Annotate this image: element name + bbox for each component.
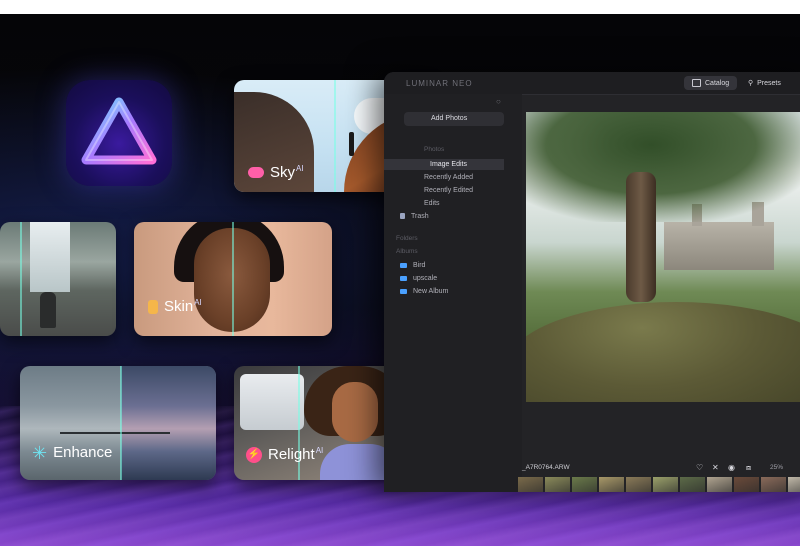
album-new[interactable]: New Album <box>384 286 504 297</box>
catalog-icon <box>692 79 701 87</box>
filmstrip-thumbnail[interactable] <box>626 477 651 492</box>
sparkle-icon: ✳ <box>32 442 48 463</box>
zoom-level[interactable]: 25% <box>770 464 783 471</box>
cloud-icon <box>248 167 264 178</box>
relight-ai-badge: ⚡ RelightAI <box>246 446 323 463</box>
eye-icon[interactable]: ◉ <box>728 463 735 472</box>
filmstrip-thumbnail[interactable] <box>707 477 732 492</box>
castle <box>664 222 774 270</box>
tree-trunk <box>626 172 656 302</box>
boat <box>60 424 170 434</box>
folder-icon <box>400 275 407 281</box>
skin-bottle-icon <box>148 299 158 314</box>
main-photo-preview[interactable] <box>526 112 800 402</box>
skin-ai-card: SkinAI <box>134 222 332 336</box>
sky-ai-label: SkyAI <box>270 164 304 181</box>
album-label: New Album <box>413 288 449 295</box>
brand-logo: LUMINAR NEO <box>406 79 473 88</box>
hiker <box>40 292 56 328</box>
album-upscale[interactable]: upscale <box>384 273 504 284</box>
enhanced-half <box>121 366 216 480</box>
filmstrip-thumbnail[interactable] <box>653 477 678 492</box>
search-icon[interactable]: ○ <box>496 97 501 106</box>
skin-ai-label: SkinAI <box>164 298 202 315</box>
skin-ai-badge: SkinAI <box>148 298 202 315</box>
close-icon[interactable]: ✕ <box>712 463 719 472</box>
enhance-label: Enhance <box>53 444 113 461</box>
tab-catalog-label: Catalog <box>705 79 730 87</box>
filmstrip-thumbnail[interactable] <box>761 477 786 492</box>
folder-icon <box>400 288 407 294</box>
catalog-sidebar: ○ Add Photos Photos Image Edits Recently… <box>384 94 522 492</box>
luminar-app-icon <box>66 80 172 186</box>
filmstrip-thumbnail[interactable] <box>572 477 597 492</box>
filmstrip-thumbnail[interactable] <box>788 477 800 492</box>
filmstrip-thumbnail[interactable] <box>680 477 705 492</box>
car-window <box>240 374 304 430</box>
grass-hill <box>526 302 800 402</box>
add-photos-button[interactable]: Add Photos <box>404 112 504 126</box>
tree-canopy <box>526 112 800 222</box>
waterfall <box>30 222 70 292</box>
tab-presets-label: Presets <box>757 79 781 87</box>
album-bird[interactable]: Bird <box>384 260 504 271</box>
hero-background: SkyAI SkinAI ✳ Enhance ⚡ RelightAI LUMIN… <box>0 14 800 546</box>
before-after-divider <box>334 80 336 192</box>
folders-header: Folders <box>396 235 418 242</box>
sidebar-item-trash[interactable]: Trash <box>384 211 504 222</box>
albums-header: Albums <box>396 248 418 255</box>
filmstrip-thumbnail[interactable] <box>518 477 543 492</box>
before-after-divider <box>20 222 22 336</box>
top-bar: LUMINAR NEO Catalog ⚲ Presets <box>384 72 800 95</box>
enhance-card: ✳ Enhance <box>20 366 216 480</box>
sidebar-item-image-edits[interactable]: Image Edits <box>384 159 504 170</box>
sidebar-item-edits[interactable]: Edits <box>384 198 504 209</box>
heart-icon[interactable]: ♡ <box>696 463 703 472</box>
hiker <box>349 132 354 156</box>
filmstrip-thumbnail[interactable] <box>599 477 624 492</box>
sidebar-item-recently-added[interactable]: Recently Added <box>384 172 504 183</box>
photos-header: Photos <box>424 146 445 153</box>
tab-catalog[interactable]: Catalog <box>684 76 738 90</box>
folder-icon <box>400 262 407 268</box>
landscape-card <box>0 222 116 336</box>
filmstrip-thumbnail[interactable] <box>734 477 759 492</box>
before-after-divider <box>232 222 234 336</box>
luminar-triangle-icon <box>81 97 157 165</box>
album-label: Bird <box>413 262 426 269</box>
presets-icon: ⚲ <box>748 80 754 87</box>
enhance-badge: ✳ Enhance <box>32 442 113 463</box>
viewer-toolbar: _A7R0764.ARW ♡ ✕ ◉ ⧈ 25% <box>518 462 800 474</box>
sky-ai-badge: SkyAI <box>248 164 304 181</box>
trash-label: Trash <box>411 213 429 220</box>
luminar-app-window: LUMINAR NEO Catalog ⚲ Presets ○ Add Phot… <box>384 72 800 492</box>
sidebar-item-recently-edited[interactable]: Recently Edited <box>384 185 504 196</box>
lightning-icon: ⚡ <box>246 446 262 463</box>
compare-icon[interactable]: ⧈ <box>746 463 751 473</box>
trash-icon <box>400 213 405 220</box>
filmstrip-thumbnail[interactable] <box>545 477 570 492</box>
relight-ai-label: RelightAI <box>268 446 324 463</box>
before-after-divider <box>120 366 122 480</box>
tab-presets[interactable]: ⚲ Presets <box>740 76 789 90</box>
filename-label: _A7R0764.ARW <box>522 464 570 471</box>
album-label: upscale <box>413 275 438 282</box>
filmstrip <box>518 477 800 492</box>
portrait-face <box>332 382 378 442</box>
